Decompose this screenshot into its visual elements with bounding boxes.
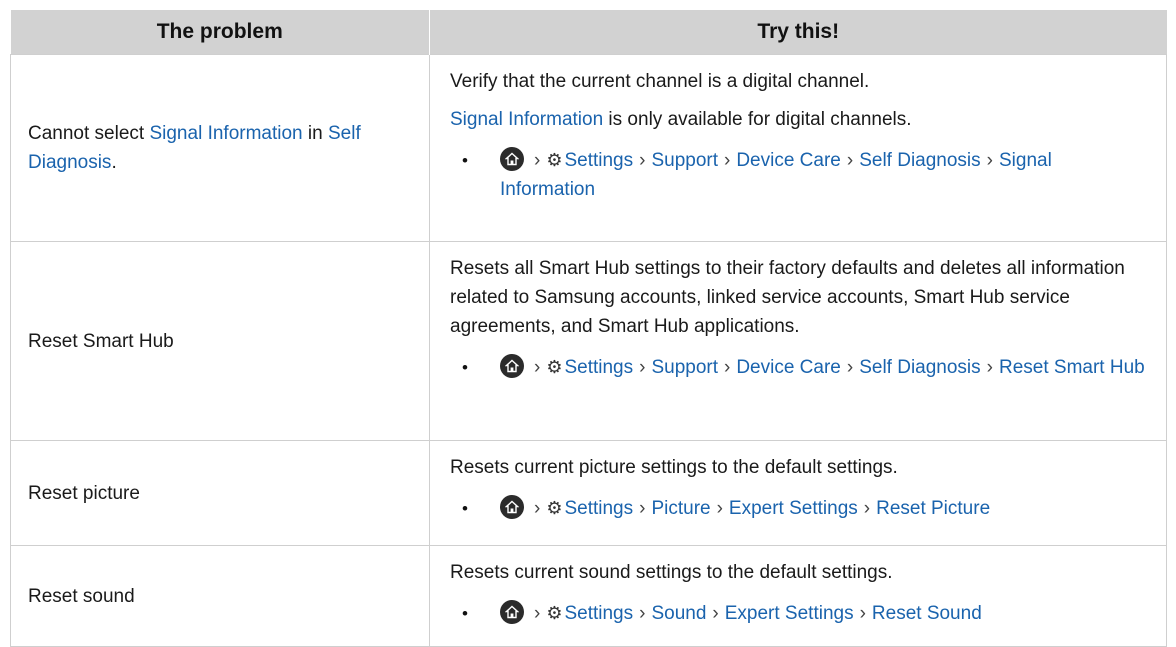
path-picture[interactable]: Picture: [651, 498, 710, 519]
chevron-right-icon: ›: [716, 498, 723, 519]
troubleshooting-table-container: The problem Try this! Cannot select Sign…: [10, 10, 1167, 647]
chevron-right-icon: ›: [859, 603, 866, 624]
menu-path: • › ⚙ Settings › Sound › Expert Settings › Reset…: [450, 599, 1146, 628]
problem-text: .: [111, 152, 117, 173]
home-icon: [500, 495, 524, 519]
menu-path: • › ⚙ Settings › Support › Device Care › Self Di…: [450, 146, 1146, 204]
path-sound[interactable]: Sound: [651, 603, 706, 624]
chevron-right-icon: ›: [534, 357, 541, 378]
solution-cell: Resets all Smart Hub settings to their f…: [429, 241, 1167, 441]
menu-path: • › ⚙ Settings › Picture › Expert Settings › Res…: [450, 494, 1146, 523]
solution-cell: Resets current picture settings to the d…: [429, 440, 1167, 546]
solution-text-span: Verify that the current channel is a dig…: [450, 71, 870, 92]
chevron-right-icon: ›: [986, 357, 993, 378]
table-row: Reset sound Resets current sound setting…: [10, 545, 1167, 647]
header-problem: The problem: [10, 10, 430, 55]
header-try-this: Try this!: [429, 10, 1167, 55]
problem-cell: Cannot select Signal Information in Self…: [10, 54, 430, 242]
path-expert-settings[interactable]: Expert Settings: [725, 603, 854, 624]
chevron-right-icon: ›: [724, 150, 731, 171]
table-header-row: The problem Try this!: [10, 10, 1167, 55]
chevron-right-icon: ›: [846, 150, 854, 171]
path-settings[interactable]: Settings: [564, 357, 633, 378]
path-support[interactable]: Support: [651, 357, 718, 378]
path-settings[interactable]: Settings: [564, 150, 633, 171]
problem-cell: Reset Smart Hub: [10, 241, 430, 441]
chevron-right-icon: ›: [639, 603, 646, 624]
solution-text: Signal Information is only available for…: [450, 105, 1146, 134]
path-reset-picture[interactable]: Reset Picture: [876, 498, 990, 519]
solution-text: Resets current sound settings to the def…: [450, 562, 893, 583]
solution-cell: Verify that the current channel is a dig…: [429, 54, 1167, 242]
gear-icon: ⚙: [546, 498, 563, 518]
signal-information-link[interactable]: Signal Information: [450, 109, 603, 130]
path-device-care[interactable]: Device Care: [736, 357, 841, 378]
solution-text: Verify that the current channel is a dig…: [450, 67, 1146, 96]
chevron-right-icon: ›: [534, 498, 541, 519]
path-settings[interactable]: Settings: [564, 603, 633, 624]
bullet: •: [462, 151, 468, 170]
gear-icon: ⚙: [546, 150, 563, 170]
solution-text-span: is only available for digital channels.: [603, 109, 912, 130]
gear-icon: ⚙: [546, 357, 563, 377]
path-self-diagnosis[interactable]: Self Diagnosis: [859, 357, 980, 378]
solution-cell: Resets current sound settings to the def…: [429, 545, 1167, 647]
chevron-right-icon: ›: [846, 357, 854, 378]
bullet: •: [462, 499, 468, 518]
chevron-right-icon: ›: [534, 150, 541, 171]
chevron-right-icon: ›: [639, 150, 646, 171]
path-self-diagnosis[interactable]: Self Diagnosis: [859, 150, 980, 171]
problem-text: in: [302, 123, 328, 144]
path-device-care[interactable]: Device Care: [736, 150, 841, 171]
path-expert-settings[interactable]: Expert Settings: [729, 498, 858, 519]
home-icon: [500, 600, 524, 624]
chevron-right-icon: ›: [724, 357, 731, 378]
path-settings[interactable]: Settings: [564, 498, 633, 519]
bullet: •: [462, 358, 468, 377]
table-row: Cannot select Signal Information in Self…: [10, 54, 1167, 242]
gear-icon: ⚙: [546, 603, 563, 623]
chevron-right-icon: ›: [986, 150, 993, 171]
menu-path: • › ⚙ Settings › Support › Device Care › Self Di…: [450, 353, 1146, 382]
chevron-right-icon: ›: [639, 357, 646, 378]
solution-text: Resets all Smart Hub settings to their f…: [450, 258, 1125, 337]
table-row: Reset Smart Hub Resets all Smart Hub set…: [10, 241, 1167, 441]
troubleshooting-table: The problem Try this! Cannot select Sign…: [10, 10, 1167, 647]
problem-cell: Reset picture: [10, 440, 430, 546]
chevron-right-icon: ›: [863, 498, 871, 519]
home-icon: [500, 147, 524, 171]
problem-cell: Reset sound: [10, 545, 430, 647]
bullet: •: [462, 604, 468, 623]
chevron-right-icon: ›: [534, 603, 541, 624]
path-reset-smart-hub[interactable]: Reset Smart Hub: [999, 357, 1145, 378]
solution-text: Resets current picture settings to the d…: [450, 457, 898, 478]
home-icon: [500, 354, 524, 378]
chevron-right-icon: ›: [639, 498, 646, 519]
table-row: Reset picture Resets current picture set…: [10, 440, 1167, 546]
path-reset-sound[interactable]: Reset Sound: [872, 603, 982, 624]
problem-text: Cannot select: [28, 123, 150, 144]
path-support[interactable]: Support: [651, 150, 718, 171]
chevron-right-icon: ›: [712, 603, 719, 624]
signal-information-link[interactable]: Signal Information: [149, 123, 302, 144]
